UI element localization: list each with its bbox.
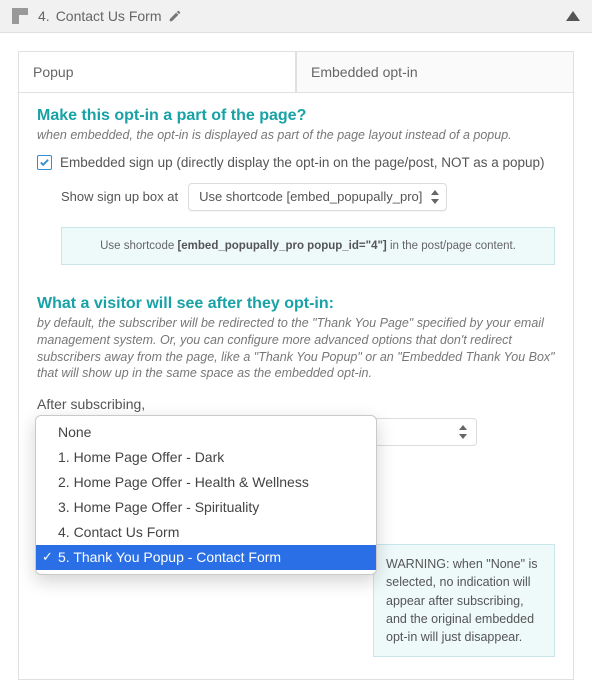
edit-icon[interactable] bbox=[168, 9, 182, 23]
tab-embedded[interactable]: Embedded opt-in bbox=[296, 52, 573, 92]
tab-popup[interactable]: Popup bbox=[19, 52, 296, 92]
after-subscribing-dropdown: None 1. Home Page Offer - Dark 2. Home P… bbox=[35, 415, 377, 575]
dropdown-option-4[interactable]: 4. Contact Us Form bbox=[36, 520, 376, 545]
dropdown-option-3[interactable]: 3. Home Page Offer - Spirituality bbox=[36, 495, 376, 520]
shortcode-info: Use shortcode [embed_popupally_pro popup… bbox=[61, 227, 555, 265]
section-embed-subtitle: when embedded, the opt-in is displayed a… bbox=[37, 127, 555, 144]
info-prefix: Use shortcode bbox=[100, 240, 177, 252]
show-signup-row: Show sign up box at Use shortcode [embed… bbox=[37, 183, 555, 211]
show-signup-select[interactable]: Use shortcode [embed_popupally_pro] bbox=[188, 183, 447, 211]
select-arrows-icon bbox=[458, 425, 468, 439]
dropdown-option-1[interactable]: 1. Home Page Offer - Dark bbox=[36, 445, 376, 470]
info-code: [embed_popupally_pro popup_id="4"] bbox=[177, 240, 386, 252]
show-signup-label: Show sign up box at bbox=[61, 189, 178, 204]
after-subscribing-label: After subscribing, bbox=[37, 396, 555, 412]
panel-header: 4. Contact Us Form bbox=[0, 0, 592, 33]
after-select-wrap: None 1. Home Page Offer - Dark 2. Home P… bbox=[37, 418, 555, 446]
section-after-subtitle: by default, the subscriber will be redir… bbox=[37, 315, 555, 383]
dropdown-option-none[interactable]: None bbox=[36, 420, 376, 445]
panel-name: Contact Us Form bbox=[56, 8, 162, 24]
info-suffix: in the post/page content. bbox=[387, 240, 516, 252]
tab-row: Popup Embedded opt-in bbox=[19, 52, 573, 93]
tab-content: Make this opt-in a part of the page? whe… bbox=[19, 93, 573, 679]
corner-icon bbox=[12, 8, 28, 24]
panel-title: 4. Contact Us Form bbox=[38, 8, 566, 24]
embedded-checkbox-row: Embedded sign up (directly display the o… bbox=[37, 154, 555, 173]
embedded-checkbox[interactable] bbox=[37, 155, 52, 170]
settings-panel: Popup Embedded opt-in Make this opt-in a… bbox=[18, 51, 574, 680]
section-embed-title: Make this opt-in a part of the page? bbox=[37, 107, 555, 125]
dropdown-option-2[interactable]: 2. Home Page Offer - Health & Wellness bbox=[36, 470, 376, 495]
select-arrows-icon bbox=[430, 190, 440, 204]
show-signup-value: Use shortcode [embed_popupally_pro] bbox=[199, 189, 422, 204]
section-after-title: What a visitor will see after they opt-i… bbox=[37, 295, 555, 313]
embedded-checkbox-label: Embedded sign up (directly display the o… bbox=[60, 154, 545, 173]
panel-number: 4. bbox=[38, 8, 50, 24]
warning-box: WARNING: when "None" is selected, no ind… bbox=[373, 544, 555, 657]
section-after-optin: What a visitor will see after they opt-i… bbox=[37, 295, 555, 657]
collapse-icon[interactable] bbox=[566, 11, 580, 21]
dropdown-option-5[interactable]: 5. Thank You Popup - Contact Form bbox=[36, 545, 376, 570]
